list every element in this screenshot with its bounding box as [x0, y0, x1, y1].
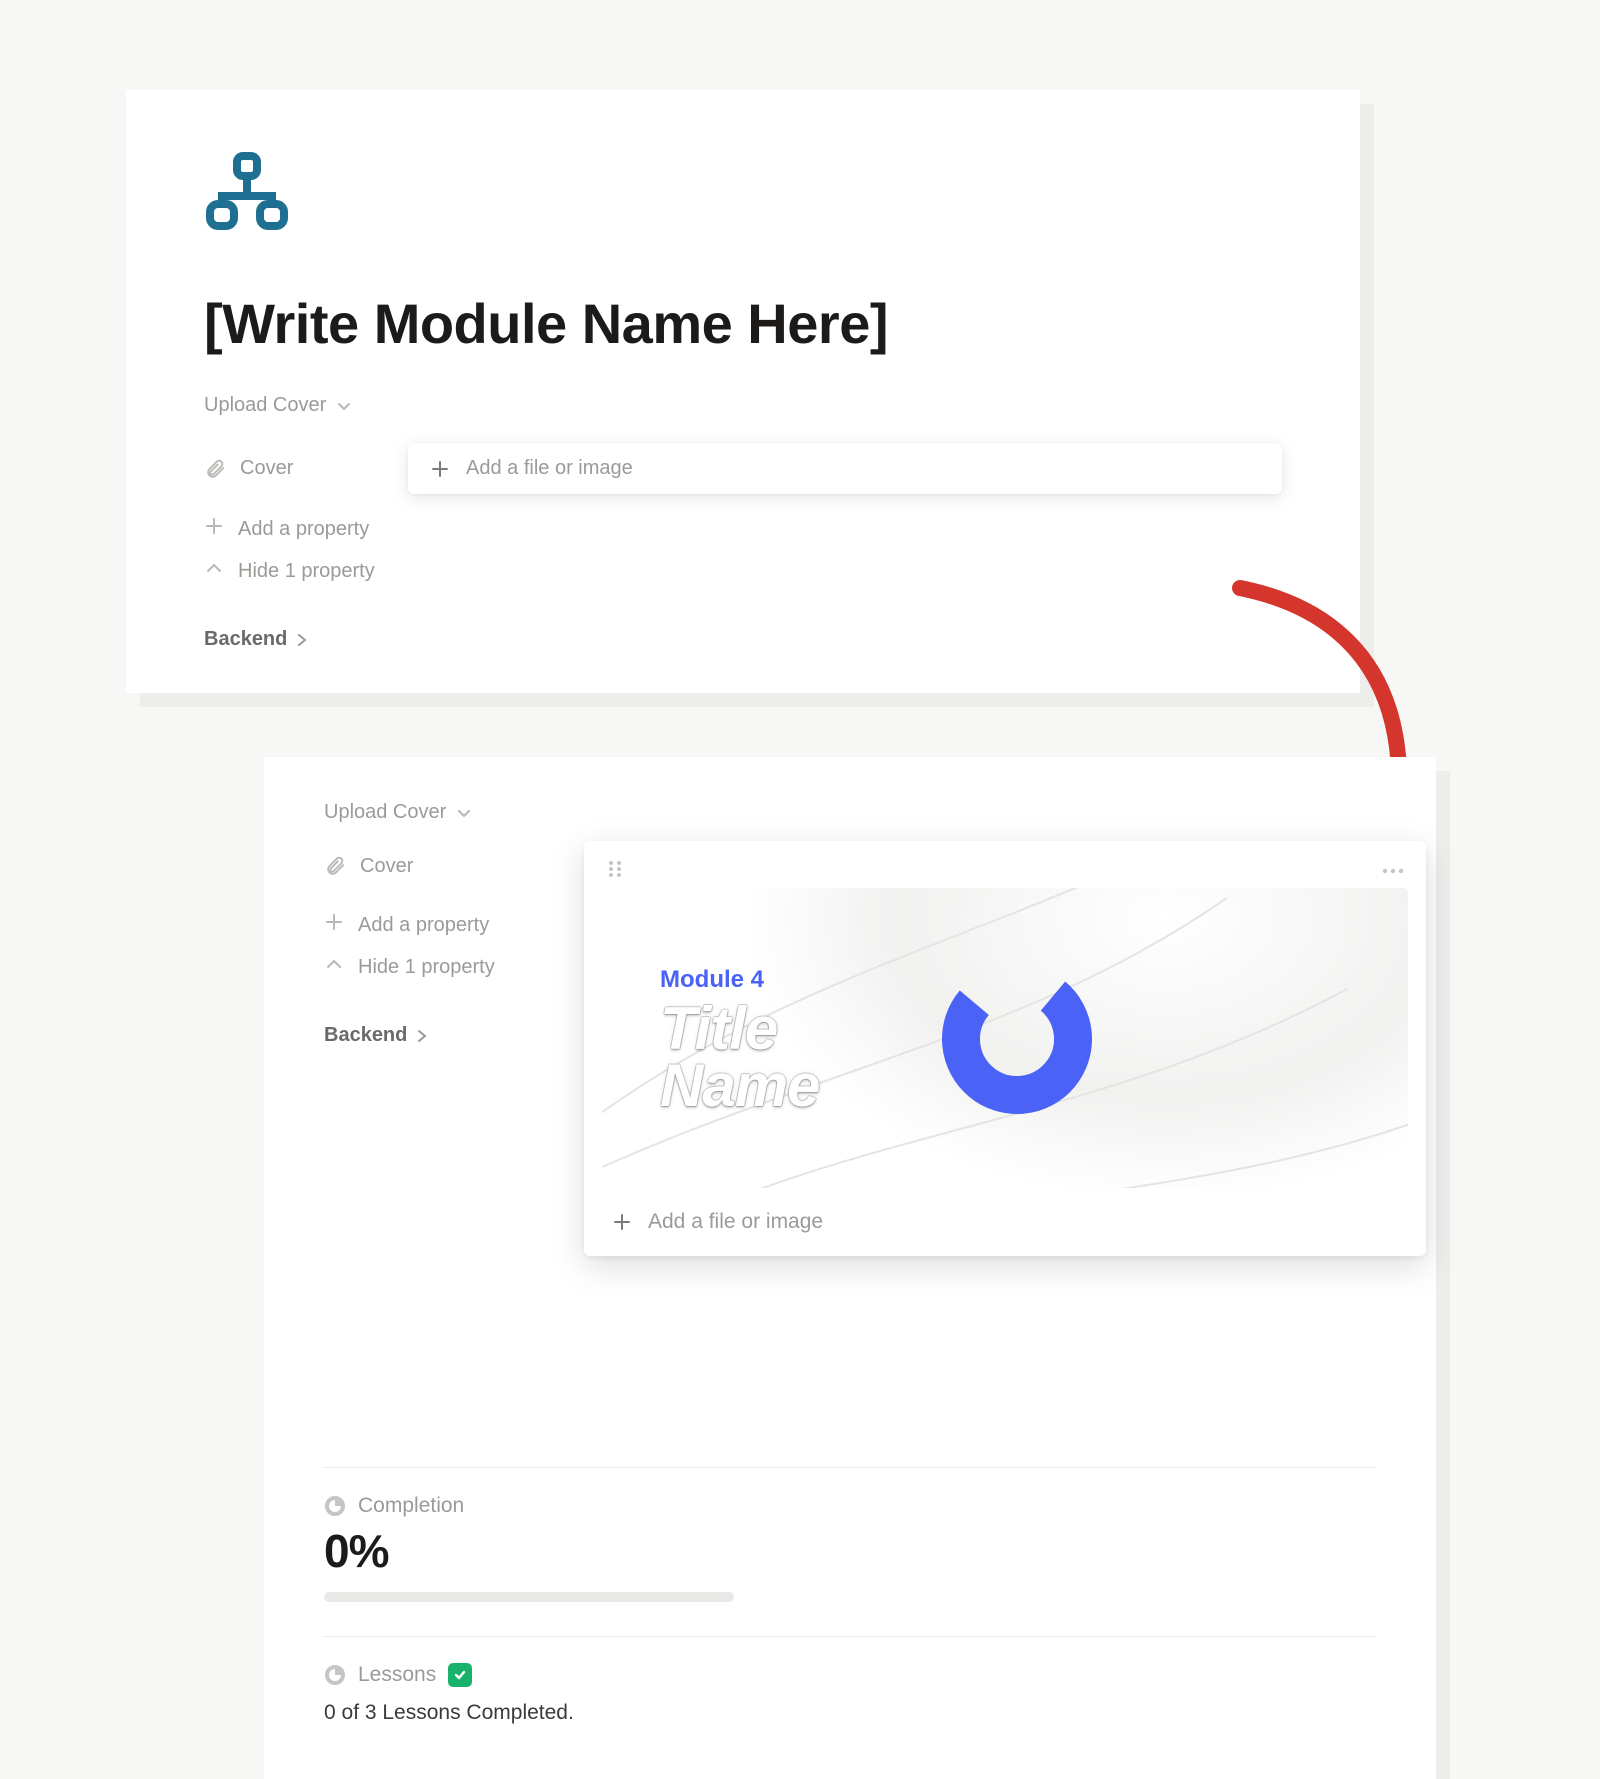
chevron-right-icon	[415, 1029, 429, 1043]
add-file-label: Add a file or image	[466, 457, 633, 480]
plus-icon	[430, 459, 450, 479]
upload-cover-toggle[interactable]: Upload Cover	[204, 394, 352, 417]
pie-icon	[324, 1664, 346, 1686]
donut-chart-icon	[932, 954, 1102, 1124]
add-file-button[interactable]: Add a file or image	[408, 443, 1282, 494]
chevron-right-icon	[295, 633, 309, 647]
completion-progress-bar	[324, 1592, 734, 1602]
plus-icon	[324, 912, 344, 932]
org-chart-icon	[204, 152, 1282, 235]
cover-editor-popover: Module 4 TitleName Add a file or image	[584, 841, 1426, 1256]
cover-image-preview[interactable]: Module 4 TitleName	[602, 888, 1408, 1188]
upload-cover-label: Upload Cover	[204, 394, 326, 417]
page-title[interactable]: [Write Module Name Here]	[204, 291, 1282, 356]
chevron-up-icon	[204, 558, 224, 578]
add-property-label: Add a property	[358, 914, 489, 937]
hide-property-toggle[interactable]: Hide 1 property	[324, 954, 584, 980]
module-editor-card-top: [Write Module Name Here] Upload Cover Co…	[126, 90, 1360, 693]
cover-property-label: Cover	[240, 457, 293, 480]
divider	[324, 1467, 1376, 1468]
divider	[324, 1636, 1376, 1637]
attachment-icon	[204, 458, 226, 480]
pie-icon	[324, 1495, 346, 1517]
more-options-icon[interactable]	[1382, 862, 1404, 880]
backend-link[interactable]: Backend	[324, 1024, 584, 1047]
add-property-button[interactable]: Add a property	[324, 912, 584, 938]
check-badge-icon	[448, 1663, 472, 1687]
chevron-up-icon	[324, 954, 344, 974]
add-property-button[interactable]: Add a property	[204, 516, 1282, 542]
upload-cover-toggle[interactable]: Upload Cover	[324, 801, 472, 824]
cover-module-tag: Module 4	[660, 966, 764, 994]
backend-link[interactable]: Backend	[204, 628, 1282, 651]
backend-label: Backend	[324, 1024, 407, 1047]
drag-handle-icon[interactable]	[606, 859, 624, 882]
completion-label: Completion	[358, 1494, 464, 1518]
cover-title-text: TitleName	[660, 1000, 819, 1114]
attachment-icon	[324, 855, 346, 877]
chevron-down-icon	[456, 805, 472, 821]
add-property-label: Add a property	[238, 518, 369, 541]
add-file-button[interactable]: Add a file or image	[602, 1188, 1408, 1256]
completion-value: 0%	[324, 1524, 1376, 1578]
hide-property-label: Hide 1 property	[358, 956, 495, 979]
hide-property-toggle[interactable]: Hide 1 property	[204, 558, 1282, 584]
chevron-down-icon	[336, 398, 352, 414]
plus-icon	[204, 516, 224, 536]
completion-row: Completion	[324, 1494, 1376, 1518]
module-editor-card-bottom: Upload Cover Cover Add a property Hide 1…	[264, 757, 1436, 1779]
add-file-label: Add a file or image	[648, 1210, 823, 1234]
lessons-summary-text: 0 of 3 Lessons Completed.	[324, 1701, 1376, 1725]
hide-property-label: Hide 1 property	[238, 560, 375, 583]
lessons-label: Lessons	[358, 1663, 436, 1687]
cover-property-label: Cover	[360, 855, 413, 878]
plus-icon	[612, 1212, 632, 1232]
upload-cover-label: Upload Cover	[324, 801, 446, 824]
backend-label: Backend	[204, 628, 287, 651]
